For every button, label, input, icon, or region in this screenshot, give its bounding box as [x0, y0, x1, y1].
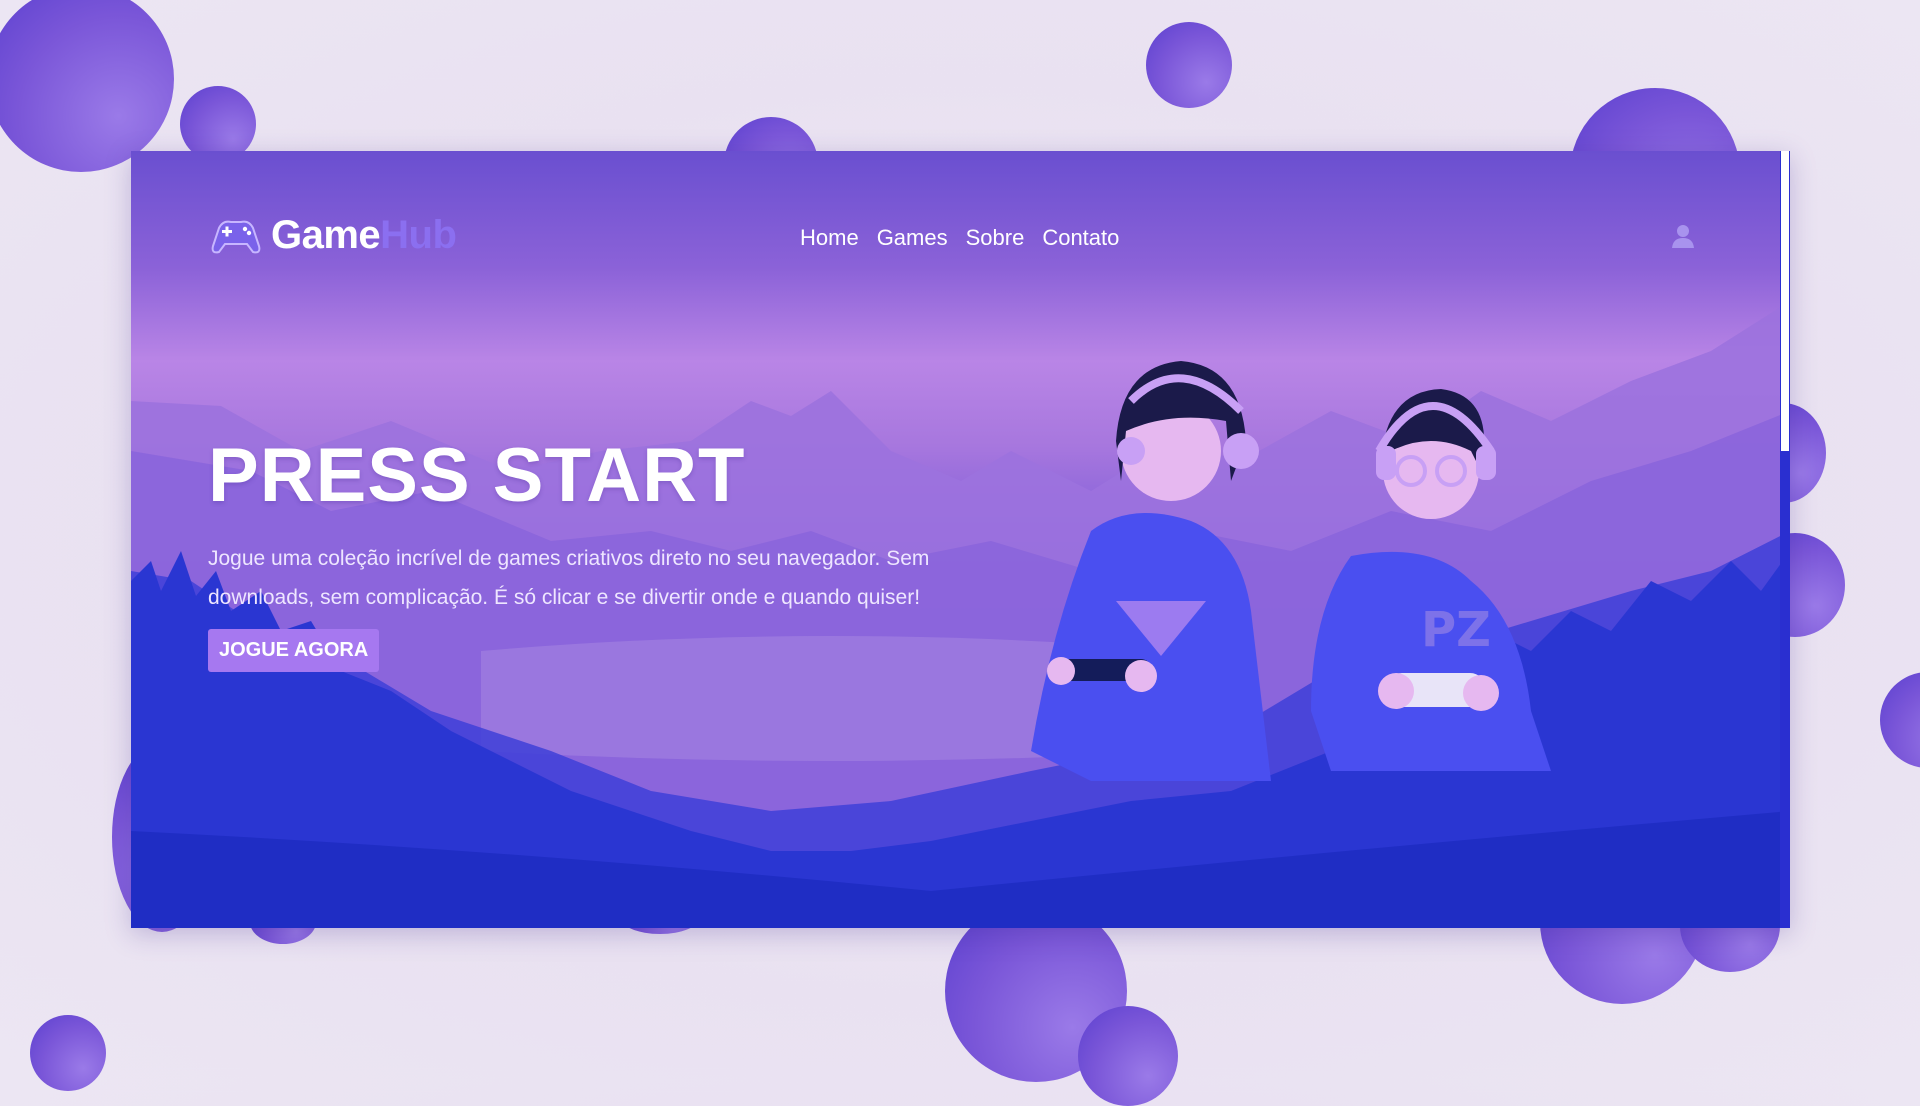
hero-title: PRESS START: [208, 433, 746, 518]
hero-section: PRESS START Jogue uma coleção incrível d…: [208, 432, 968, 672]
scrollbar-thumb[interactable]: [1781, 151, 1789, 451]
background-bubble: [1880, 672, 1920, 768]
main-navigation: Home Games Sobre Contato: [791, 225, 1128, 251]
vertical-scrollbar[interactable]: [1780, 151, 1790, 928]
nav-item-sobre[interactable]: Sobre: [957, 225, 1034, 251]
user-icon[interactable]: [1671, 223, 1695, 249]
svg-text:PZ: PZ: [1421, 602, 1491, 658]
top-navbar: GameHub Home Games Sobre Contato: [131, 151, 1790, 331]
gamepad-icon: [211, 220, 261, 253]
nav-item-home[interactable]: Home: [791, 225, 868, 251]
browser-window: PZ GameHub Home Games Sobre Contato PRES…: [131, 151, 1790, 928]
play-now-button[interactable]: JOGUE AGORA: [208, 629, 380, 672]
brand-logo[interactable]: GameHub: [209, 213, 457, 258]
background-bubble: [1146, 22, 1232, 108]
brand-name-primary: Game: [271, 213, 381, 257]
background-bubble: [0, 0, 174, 172]
hero-description: Jogue uma coleção incrível de games cria…: [208, 547, 930, 609]
nav-item-games[interactable]: Games: [868, 225, 957, 251]
brand-name-accent: Hub: [380, 213, 457, 257]
background-bubble: [1078, 1006, 1178, 1106]
nav-item-contato[interactable]: Contato: [1033, 225, 1128, 251]
